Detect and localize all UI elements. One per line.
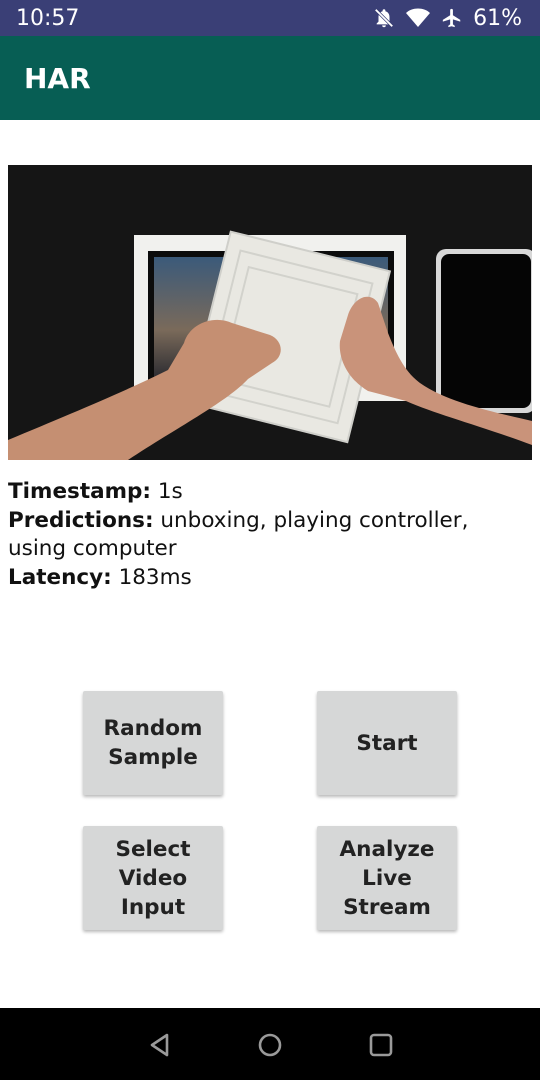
timestamp-label: Timestamp: (8, 479, 151, 504)
app-title: HAR (24, 61, 91, 95)
predictions-label: Predictions: (8, 507, 154, 533)
home-icon[interactable] (257, 1032, 283, 1062)
airplane-mode-icon (441, 7, 463, 29)
notifications-off-icon (373, 7, 395, 29)
timestamp-line: Timestamp: 1s (8, 478, 532, 507)
result-info: Timestamp: 1s Predictions: unboxing, pla… (8, 478, 532, 592)
timestamp-value: 1s (151, 479, 183, 504)
latency-value: 183ms (111, 564, 192, 590)
app-bar: HAR (0, 36, 540, 120)
start-button[interactable]: Start (317, 691, 457, 795)
random-sample-button[interactable]: Random Sample (83, 691, 223, 795)
recents-icon[interactable] (368, 1032, 394, 1062)
back-icon[interactable] (147, 1032, 173, 1062)
select-video-input-button[interactable]: Select Video Input (83, 826, 223, 930)
latency-label: Latency: (8, 564, 112, 590)
latency-line: Latency: 183ms (8, 564, 532, 593)
status-time: 10:57 (16, 5, 80, 31)
status-icons: 61% (373, 6, 522, 31)
video-preview (8, 165, 532, 460)
status-bar: 10:57 61% (0, 0, 540, 36)
wifi-icon (405, 7, 431, 29)
navigation-bar (0, 1008, 540, 1080)
battery-level: 61% (473, 5, 522, 31)
predictions-line: Predictions: unboxing, playing controlle… (8, 507, 532, 564)
analyze-live-stream-button[interactable]: Analyze Live Stream (317, 826, 457, 930)
